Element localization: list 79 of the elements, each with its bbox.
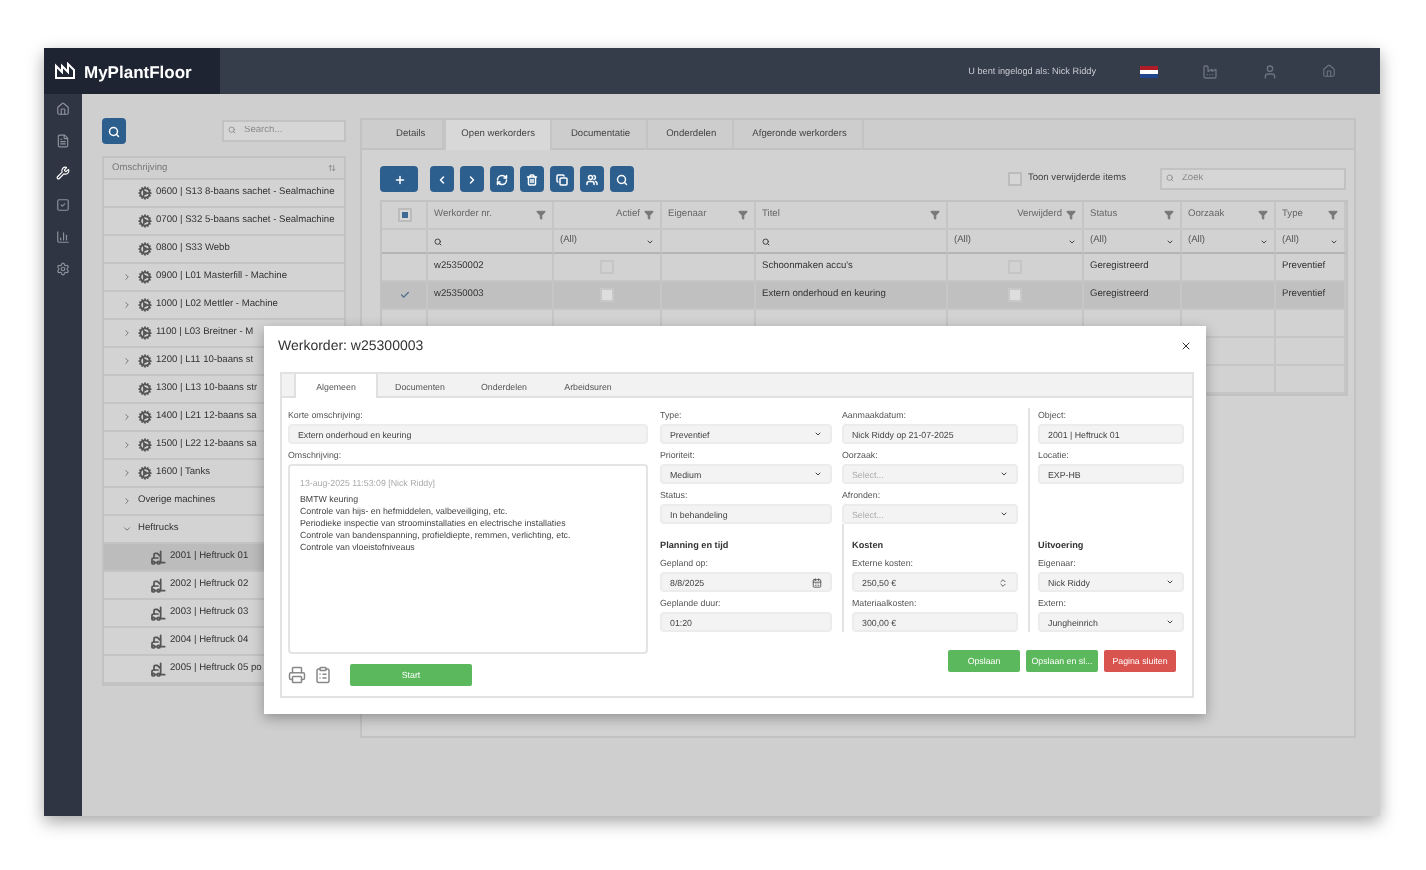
home-icon[interactable]: [1322, 64, 1336, 78]
filter-icon[interactable]: [1328, 210, 1338, 220]
filter-icon[interactable]: [1066, 210, 1076, 220]
gear-icon: [138, 354, 152, 368]
expand-toggle-icon[interactable]: [122, 496, 132, 506]
refresh-icon: [496, 173, 508, 185]
search-icon: [1166, 174, 1174, 182]
search-icon: [108, 125, 120, 137]
calendar-icon: [812, 577, 822, 587]
select-all-checkbox[interactable]: [397, 208, 411, 222]
flag-icon[interactable]: [1140, 65, 1158, 77]
factory-icon[interactable]: [1202, 63, 1218, 79]
filter-icon[interactable]: [1258, 210, 1268, 220]
settings-icon[interactable]: [56, 262, 70, 276]
filter-icon[interactable]: [536, 210, 546, 220]
checkbox[interactable]: [1007, 172, 1022, 186]
gear-icon: [138, 214, 152, 228]
document-icon[interactable]: [56, 134, 70, 148]
close-button[interactable]: [1180, 340, 1192, 352]
check-icon: [399, 290, 409, 300]
checklist-icon[interactable]: [56, 198, 70, 212]
gear-icon: [138, 438, 152, 452]
add-icon: [393, 173, 405, 185]
expand-toggle-icon[interactable]: [122, 272, 132, 282]
gear-icon: [138, 242, 152, 256]
expand-toggle-icon[interactable]: [122, 356, 132, 366]
search-icon: [228, 126, 236, 134]
search-icon: [762, 237, 770, 245]
forklift-icon: [150, 549, 166, 565]
gear-icon: [138, 298, 152, 312]
expand-toggle-icon[interactable]: [122, 524, 132, 534]
gear-icon: [138, 270, 152, 284]
spinner-icon: [998, 577, 1008, 587]
gear-icon: [138, 466, 152, 480]
previous-button[interactable]: [430, 166, 454, 192]
filter-icon[interactable]: [738, 210, 748, 220]
filter-icon[interactable]: [644, 210, 654, 220]
gear-icon: [138, 382, 152, 396]
next-button[interactable]: [460, 166, 484, 192]
forklift-icon: [150, 633, 166, 649]
gear-icon: [138, 186, 152, 200]
expand-toggle-icon[interactable]: [122, 440, 132, 450]
logo-icon: [54, 62, 76, 80]
forklift-icon: [150, 577, 166, 593]
expand-toggle-icon[interactable]: [122, 328, 132, 338]
forklift-icon: [150, 605, 166, 621]
app-name: MyPlantFloor: [84, 61, 192, 81]
search-button[interactable]: [610, 166, 634, 192]
row-checkbox[interactable]: [1008, 288, 1022, 302]
assign-button[interactable]: [580, 166, 604, 192]
previous-icon: [436, 173, 448, 185]
description-field[interactable]: [288, 464, 648, 654]
print-icon[interactable]: [288, 666, 306, 684]
chart-icon[interactable]: [56, 230, 70, 244]
gear-icon: [138, 410, 152, 424]
search-icon: [616, 173, 628, 185]
trash-icon: [526, 173, 538, 185]
user-icon[interactable]: [1262, 63, 1278, 79]
search-button[interactable]: [102, 118, 126, 144]
expand-toggle-icon[interactable]: [122, 300, 132, 310]
refresh-button[interactable]: [490, 166, 514, 192]
clipboard-icon[interactable]: [314, 666, 332, 684]
filter-icon[interactable]: [1164, 210, 1174, 220]
copy-button[interactable]: [550, 166, 574, 192]
gear-icon: [138, 326, 152, 340]
people-icon: [586, 173, 598, 185]
row-checkbox[interactable]: [600, 288, 614, 302]
search-icon: [434, 237, 442, 245]
copy-icon: [556, 173, 568, 185]
filter-icon[interactable]: [930, 210, 940, 220]
wrench-icon[interactable]: [56, 166, 70, 180]
add-button[interactable]: [380, 166, 418, 192]
forklift-icon: [150, 661, 166, 677]
home-icon[interactable]: [56, 102, 70, 116]
expand-toggle-icon[interactable]: [122, 412, 132, 422]
sort-icon[interactable]: [328, 164, 336, 172]
next-icon: [466, 173, 478, 185]
delete-button[interactable]: [520, 166, 544, 192]
expand-toggle-icon[interactable]: [122, 468, 132, 478]
